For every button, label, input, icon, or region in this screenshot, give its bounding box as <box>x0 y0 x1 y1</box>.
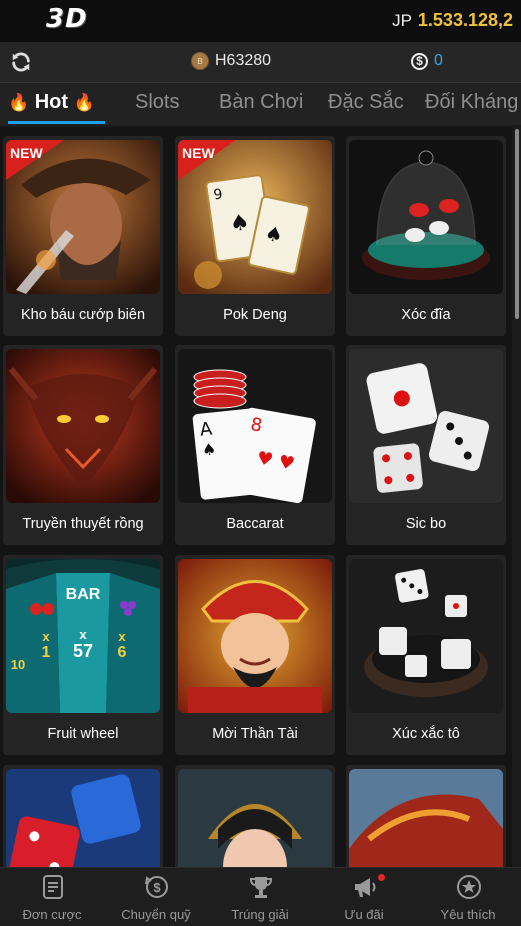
jackpot-display: JP 1.533.128,2 <box>392 10 513 31</box>
game-thumbnail <box>349 559 503 713</box>
game-thumbnail: NEW <box>6 140 160 294</box>
game-title: Kho báu cướp biên <box>20 307 146 323</box>
nav-label: Yêu thích <box>440 907 496 922</box>
tab-versus[interactable]: Đối Kháng <box>425 91 518 114</box>
svg-text:x: x <box>79 627 87 642</box>
receipt-icon <box>43 875 63 899</box>
nav-label: Ưu đãi <box>344 907 384 922</box>
game-card-xoc-dia[interactable]: Xóc đĩa <box>346 136 506 336</box>
game-thumbnail <box>6 769 160 867</box>
coin-icon: B <box>191 52 209 70</box>
game-title: Xúc xắc tô <box>392 726 460 742</box>
game-thumbnail <box>349 349 503 503</box>
game-title: Baccarat <box>226 516 284 532</box>
game-thumbnail: A ♠ 8 ♥ ♥ <box>178 349 332 503</box>
game-card-pirate-treasure[interactable]: NEW Kho báu cướp biên <box>3 136 163 336</box>
svg-text:1: 1 <box>42 644 51 661</box>
game-thumbnail <box>349 140 503 294</box>
refresh-icon[interactable] <box>10 51 32 73</box>
scrollbar-thumb[interactable] <box>515 129 519 319</box>
tab-hot-label: Hot <box>34 91 69 113</box>
game-title: Sic bo <box>405 516 447 532</box>
active-tab-indicator <box>8 121 105 124</box>
svg-text:♠: ♠ <box>201 439 217 459</box>
nav-favorites[interactable]: Yêu thích <box>416 868 520 926</box>
game-card-pok-deng[interactable]: 9 ♠ ♠ NEW Pok Deng <box>175 136 335 336</box>
tab-table-games[interactable]: Bàn Chơi <box>219 91 303 114</box>
svg-text:x: x <box>42 629 50 644</box>
nav-label: Trúng giải <box>231 907 289 922</box>
svg-text:57: 57 <box>73 641 93 661</box>
game-thumbnail <box>6 349 160 503</box>
game-title: Mời Thần Tài <box>212 726 298 742</box>
category-tabs: 🔥 Hot 🔥 Slots Bàn Chơi Đặc Sắc Đối Kháng <box>0 83 521 125</box>
fire-icon: 🔥 <box>8 93 30 112</box>
balance-value: 0 <box>434 52 443 69</box>
app-logo: 3D <box>46 4 88 34</box>
megaphone-icon <box>355 878 376 897</box>
nav-transfer[interactable]: $ Chuyển quỹ <box>104 868 208 926</box>
svg-text:♠: ♠ <box>228 210 251 238</box>
account-bar: B H63280 $0 <box>0 42 521 83</box>
svg-text:x: x <box>118 629 126 644</box>
svg-text:$: $ <box>153 880 161 895</box>
nav-promotions[interactable]: Ưu đãi <box>312 868 416 926</box>
new-badge-text: NEW <box>10 145 43 161</box>
nav-winners[interactable]: Trúng giải <box>208 868 312 926</box>
svg-text:10: 10 <box>11 657 25 672</box>
top-bar: 3D JP 1.533.128,2 <box>0 0 521 42</box>
fire-icon: 🔥 <box>73 93 95 112</box>
game-card-sic-bo[interactable]: Sic bo <box>346 345 506 545</box>
trophy-icon <box>249 877 273 898</box>
star-icon <box>457 875 481 899</box>
game-card-dice-game[interactable] <box>3 765 163 867</box>
new-badge: NEW <box>6 140 64 180</box>
transfer-money-icon: $ <box>145 876 168 898</box>
game-card-dice-bowl[interactable]: Xúc xắc tô <box>346 555 506 755</box>
tab-special[interactable]: Đặc Sắc <box>328 91 404 114</box>
notification-dot <box>378 874 385 881</box>
game-card-princess[interactable] <box>175 765 335 867</box>
jackpot-label: JP <box>392 11 412 30</box>
tab-hot[interactable]: 🔥 Hot 🔥 <box>8 91 95 114</box>
game-thumbnail: BAR x 57 x 1 x 6 10 <box>6 559 160 713</box>
game-title: Fruit wheel <box>47 726 119 742</box>
bottom-nav: Đơn cược $ Chuyển quỹ Trúng giải Ưu đãi <box>0 867 521 926</box>
svg-text:BAR: BAR <box>66 586 101 603</box>
game-grid: NEW Kho báu cướp biên 9♠ ♠ NEW Pok Deng <box>0 127 512 867</box>
game-card-baccarat[interactable]: A ♠ 8 ♥ ♥ Baccarat <box>175 345 335 545</box>
game-thumbnail <box>178 559 332 713</box>
game-thumbnail: 9 ♠ ♠ NEW <box>178 140 332 294</box>
game-card-dragon[interactable] <box>346 765 506 867</box>
dollar-circle-icon: $ <box>411 52 428 70</box>
account-id: B H63280 <box>191 52 271 70</box>
wallet-balance[interactable]: $0 <box>411 52 443 70</box>
svg-text:6: 6 <box>118 644 127 661</box>
nav-label: Đơn cược <box>22 907 82 922</box>
game-card-god-of-wealth[interactable]: Mời Thần Tài <box>175 555 335 755</box>
game-title: Pok Deng <box>223 307 287 323</box>
tab-slots[interactable]: Slots <box>135 91 179 114</box>
game-title: Truyền thuyết rồng <box>22 516 144 532</box>
jackpot-value: 1.533.128,2 <box>417 10 513 30</box>
game-thumbnail <box>349 769 503 867</box>
game-card-fruit-wheel[interactable]: BAR x 57 x 1 x 6 10 Fruit wheel <box>3 555 163 755</box>
new-badge-text: NEW <box>182 145 215 161</box>
nav-bet-history[interactable]: Đơn cược <box>0 868 104 926</box>
game-thumbnail <box>178 769 332 867</box>
scrollbar[interactable] <box>513 127 521 867</box>
game-title: Xóc đĩa <box>401 307 451 323</box>
username: H63280 <box>215 52 272 69</box>
nav-label: Chuyển quỹ <box>121 907 191 922</box>
new-badge: NEW <box>178 140 236 180</box>
game-card-dragon-legend[interactable]: Truyền thuyết rồng <box>3 345 163 545</box>
